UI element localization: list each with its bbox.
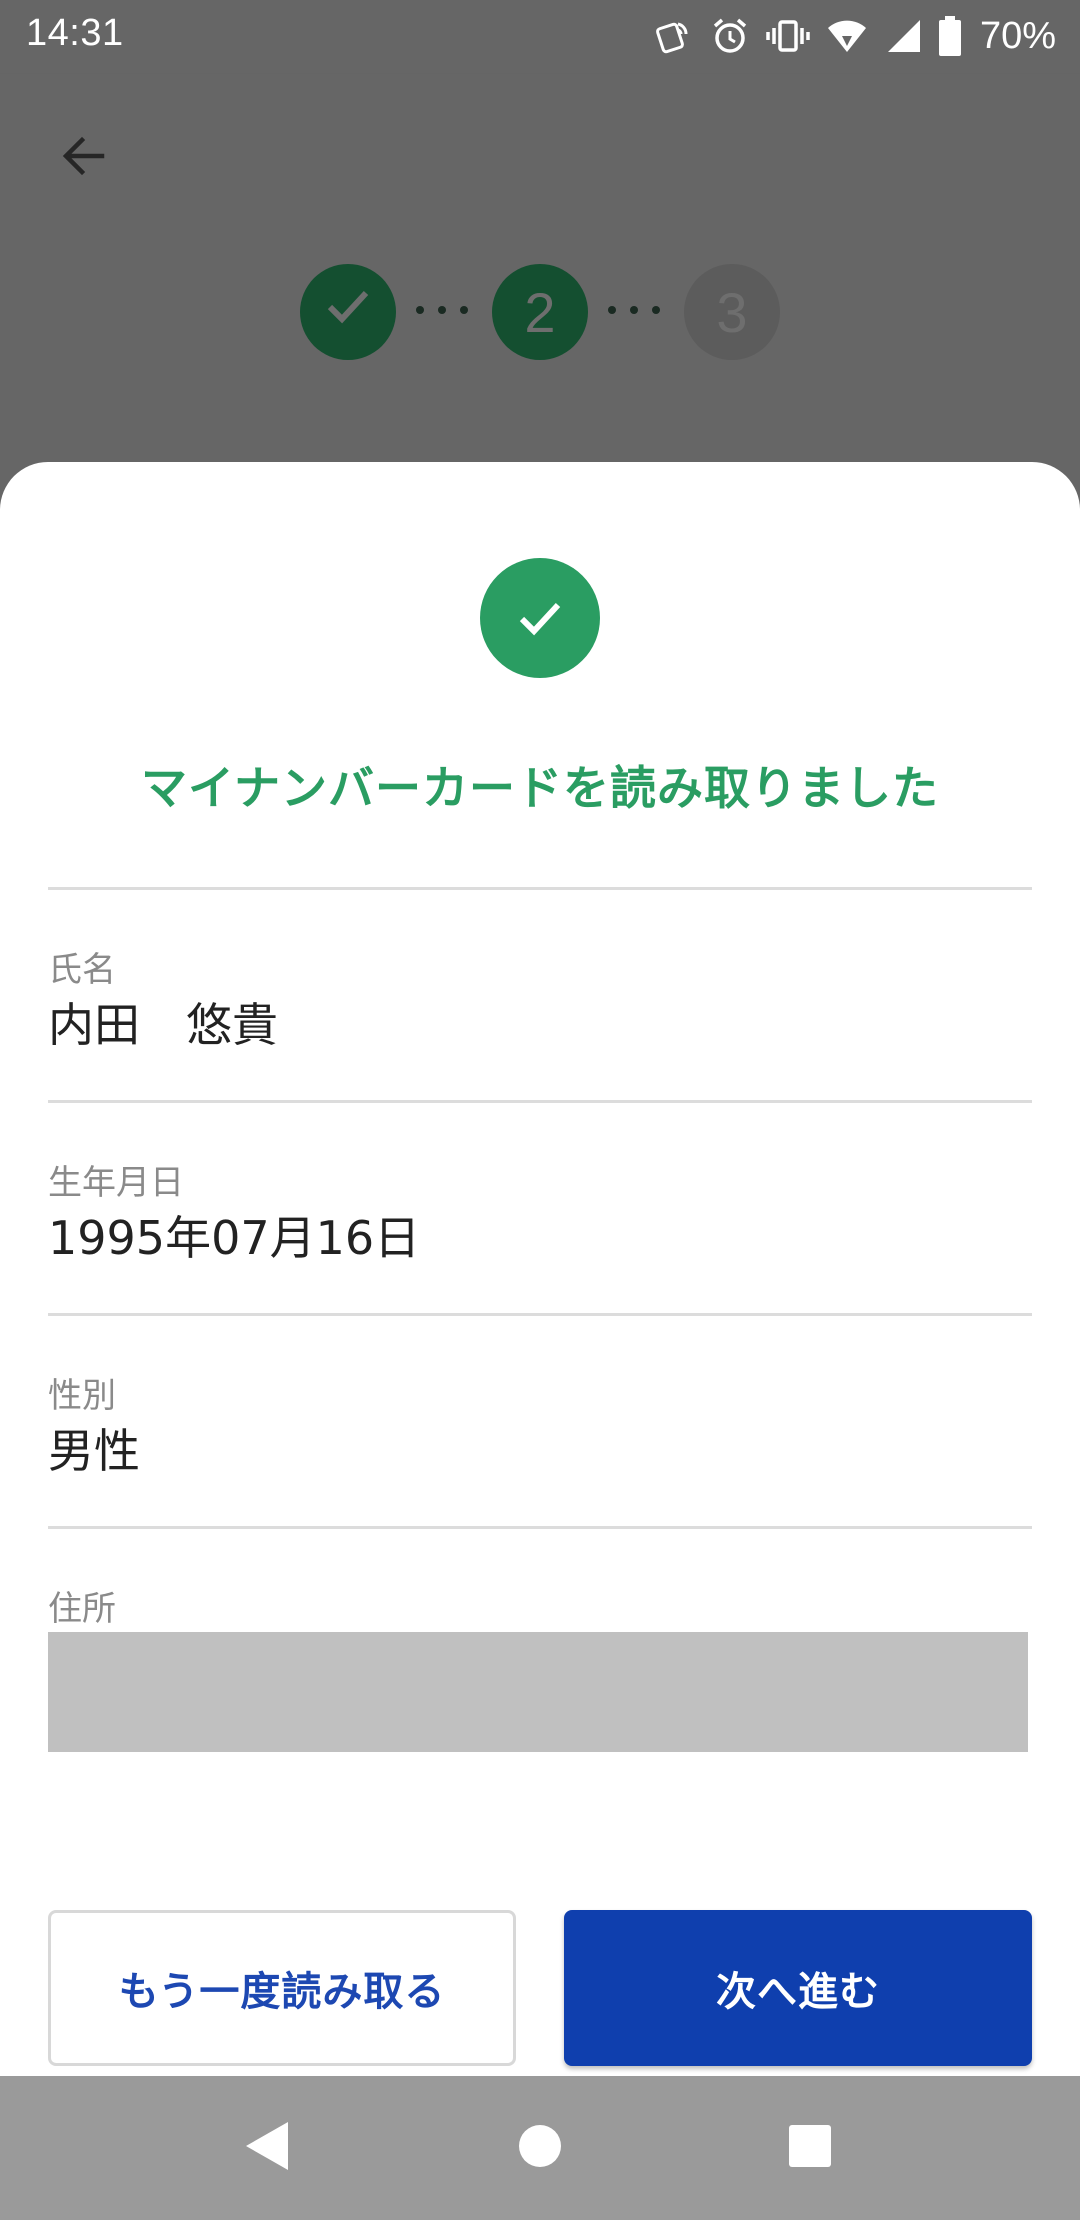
nav-recents-button[interactable] (770, 2108, 850, 2188)
arrow-back-icon (56, 128, 112, 188)
nav-back-icon (242, 2118, 294, 2178)
step-3-pending: 3 (684, 264, 780, 360)
divider (48, 1100, 1032, 1103)
name-label: 氏名 (48, 950, 116, 990)
step-connector (416, 306, 468, 314)
result-sheet: マイナンバーカードを読み取りました 氏名 内田 悠貴 生年月日 1995年07月… (0, 462, 1080, 2076)
step-1-done (300, 264, 396, 360)
cellular-signal-icon (884, 16, 922, 56)
step-connector (608, 306, 660, 314)
nfc-icon (654, 16, 694, 56)
status-time: 14:31 (26, 12, 124, 54)
wifi-icon (826, 16, 868, 56)
nav-recents-icon (787, 2123, 833, 2173)
battery-percent: 70% (979, 14, 1056, 57)
nav-home-icon (517, 2123, 563, 2173)
alarm-icon (710, 16, 750, 56)
nav-back-button[interactable] (228, 2108, 308, 2188)
gender-label: 性別 (48, 1376, 116, 1416)
status-bar: 14:31 70% (0, 0, 1080, 74)
vibrate-icon (766, 16, 810, 56)
address-label: 住所 (48, 1589, 116, 1629)
app-bar (0, 74, 1080, 242)
next-button[interactable]: 次へ進む (564, 1910, 1032, 2066)
progress-stepper: 2 3 (0, 242, 1080, 462)
birthdate-value: 1995年07月16日 (48, 1211, 421, 1265)
divider (48, 1526, 1032, 1529)
check-icon (318, 276, 378, 349)
gender-value: 男性 (48, 1424, 140, 1478)
nav-home-button[interactable] (500, 2108, 580, 2188)
address-value-redacted (48, 1632, 1028, 1752)
divider (48, 1313, 1032, 1316)
back-button[interactable] (40, 114, 128, 202)
sheet-title: マイナンバーカードを読み取りました (140, 761, 940, 815)
birthdate-label: 生年月日 (48, 1163, 184, 1203)
name-value: 内田 悠貴 (48, 998, 278, 1052)
system-nav-bar (0, 2076, 1080, 2220)
step-2-current: 2 (492, 264, 588, 360)
divider (48, 887, 1032, 890)
check-circle-icon (480, 558, 600, 678)
retry-read-button[interactable]: もう一度読み取る (48, 1910, 516, 2066)
status-icons: 70% (654, 10, 1056, 62)
battery-icon (938, 15, 962, 57)
